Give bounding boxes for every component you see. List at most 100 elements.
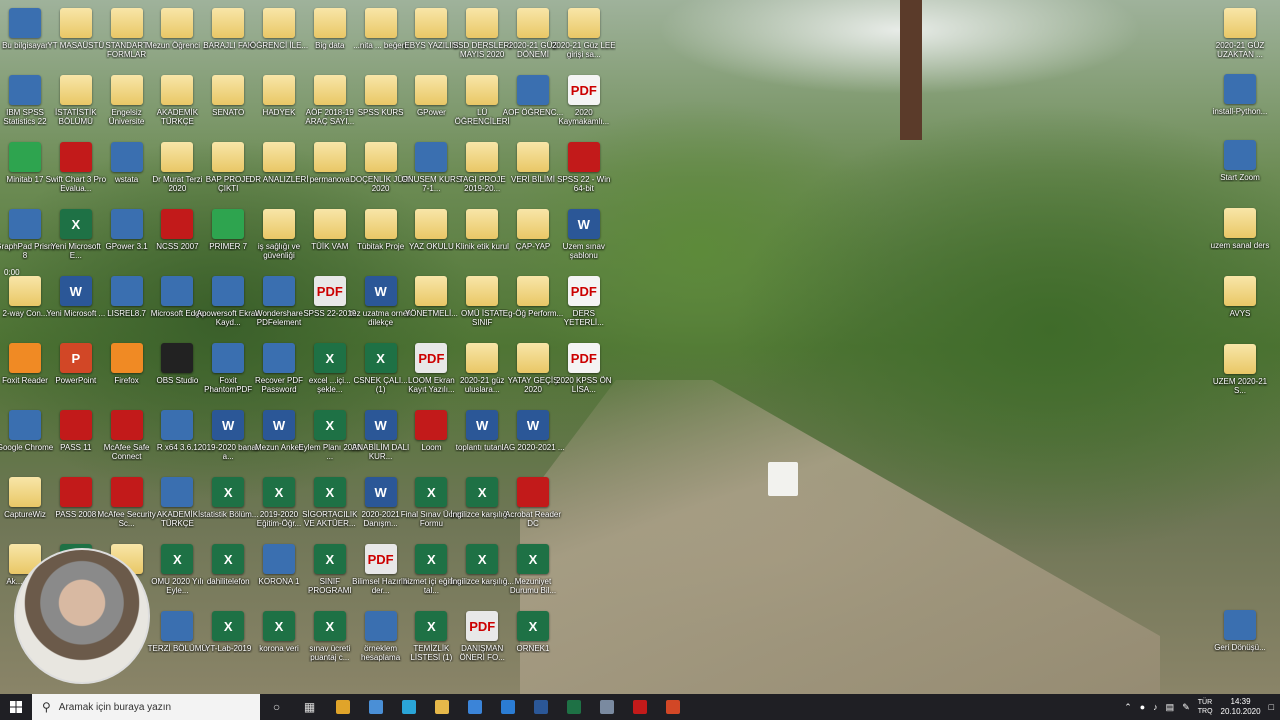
- folder-icon: [1224, 344, 1256, 374]
- desktop-icon-label: Acrobat Reader DC: [504, 510, 562, 528]
- chevron-up-icon[interactable]: ⌃: [1124, 702, 1132, 713]
- desktop-icon-label: Geri Dönüşü...: [1214, 643, 1266, 652]
- folder-icon: [161, 8, 194, 38]
- taskbar-app-chrome[interactable]: [326, 694, 359, 720]
- red-icon: [110, 410, 143, 440]
- desktop-icon-label: 2020 Kaymakamlı...: [558, 108, 610, 126]
- orange-icon: [110, 343, 143, 373]
- desktop-wallpaper: Bu bilgisayar IBM SPSS Statistics 22 Minit…: [0, 0, 1280, 694]
- folder-icon: [161, 142, 194, 172]
- clock[interactable]: 14:39 20.10.2020: [1221, 697, 1261, 717]
- pen-icon[interactable]: ✎: [1182, 702, 1190, 713]
- desktop-icon-label: IAG 2020-2021 ...: [501, 443, 565, 452]
- taskbar-search-box[interactable]: ⚲ Aramak için buraya yazın: [32, 694, 260, 720]
- volume-icon[interactable]: ♪: [1153, 702, 1158, 712]
- ppt-icon: P: [59, 343, 92, 373]
- desktop-icon[interactable]: X Mezuniyet Durumu Bil...: [500, 544, 566, 610]
- desktop-icon[interactable]: PDF DERS YETERLİ...: [551, 276, 617, 342]
- word-icon: W: [517, 410, 549, 440]
- desktop-icon[interactable]: W Uzem sınav şablonu: [551, 209, 617, 275]
- folder-icon: [364, 209, 397, 239]
- taskbar-app-calculator[interactable]: [590, 694, 623, 720]
- desktop-icon[interactable]: W IAG 2020-2021 ...: [500, 410, 566, 476]
- green-icon: [9, 142, 41, 172]
- desktop-icon[interactable]: Acrobat Reader DC: [500, 477, 566, 543]
- excel-icon: X: [212, 611, 245, 641]
- folder-icon: [59, 8, 92, 38]
- taskbar-app-word[interactable]: [524, 694, 557, 720]
- system-tray: ⌃ ● ♪ ▤ ✎ TÜR TRQ 14:39 20.10.2020 □: [1124, 694, 1280, 720]
- folder-icon: [9, 276, 41, 306]
- orange-icon: [9, 343, 41, 373]
- desktop-icon[interactable]: SPSS 22 - Win 64-bit: [551, 142, 617, 208]
- desktop-icon[interactable]: Geri Dönüşü...: [1207, 610, 1273, 676]
- desktop-icon[interactable]: PDF 2020 KPSS ÖN LİSA...: [551, 343, 617, 409]
- folder-icon: [313, 209, 346, 239]
- folder-icon: [313, 142, 346, 172]
- desktop-icon-label: 2020-21 GÜZ UZAKTAN ...: [1215, 41, 1265, 59]
- folder-icon: [1224, 208, 1256, 238]
- desktop-icon[interactable]: Start Zoom: [1207, 140, 1273, 206]
- desktop-icon[interactable]: uzem sanal ders: [1207, 208, 1273, 274]
- app-icon: [161, 477, 194, 507]
- folder-icon: [313, 75, 346, 105]
- app-icon: [212, 343, 245, 373]
- folder-icon: [517, 8, 549, 38]
- desktop-icon[interactable]: AVYS: [1207, 276, 1273, 342]
- green-icon: [212, 209, 245, 239]
- folder-icon: [263, 209, 295, 239]
- dark-icon: [161, 343, 194, 373]
- folder-icon: [161, 75, 194, 105]
- word-icon: W: [364, 410, 397, 440]
- task-view-icon[interactable]: ▦: [293, 694, 326, 720]
- desktop-icon[interactable]: PDF 2020 Kaymakamlı...: [551, 75, 617, 141]
- excel-icon: X: [517, 611, 549, 641]
- desktop-icon-label: Uzem sınav şablonu: [562, 242, 605, 260]
- taskbar-app-edge[interactable]: [392, 694, 425, 720]
- word-icon: W: [59, 276, 92, 306]
- folder-icon: [263, 75, 295, 105]
- webcam-overlay: [14, 548, 150, 684]
- windows-start-icon[interactable]: [0, 694, 32, 720]
- taskbar-app-excel[interactable]: [557, 694, 590, 720]
- desktop-icon-label: 2020 KPSS ÖN LİSA...: [556, 376, 612, 394]
- folder-icon: [110, 75, 143, 105]
- pdf-icon: PDF: [415, 343, 448, 373]
- taskbar-app-mail[interactable]: [491, 694, 524, 720]
- mail-icon: [500, 700, 515, 714]
- desktop-icon[interactable]: X ORNEK1: [500, 611, 566, 677]
- app-icon: [1224, 610, 1256, 640]
- app-icon: [110, 142, 143, 172]
- microphone-icon[interactable]: ●: [1140, 702, 1145, 712]
- desktop-icon-label: UZEM 2020-21 S...: [1212, 377, 1268, 395]
- excel-icon: X: [212, 544, 245, 574]
- excel-icon: X: [415, 477, 448, 507]
- taskbar-app-file-explorer[interactable]: [425, 694, 458, 720]
- folder-icon: [517, 343, 549, 373]
- app-icon: [161, 276, 194, 306]
- folder-icon: [567, 8, 600, 38]
- excel-icon: X: [313, 611, 346, 641]
- taskbar-app-store[interactable]: [458, 694, 491, 720]
- language-indicator[interactable]: TÜR TRQ: [1198, 698, 1213, 716]
- desktop-icon[interactable]: 2020-21 Güz LEE girişi sa...: [551, 8, 617, 74]
- desktop-icon-label: 2020-21 Güz LEE girişi sa...: [551, 41, 616, 59]
- cortana-icon[interactable]: ○: [260, 694, 293, 720]
- network-icon[interactable]: ▤: [1166, 702, 1175, 713]
- excel-icon: X: [59, 209, 92, 239]
- word-icon: W: [364, 276, 397, 306]
- file-explorer-icon: [434, 700, 449, 714]
- folder-icon: [517, 142, 549, 172]
- folder-icon: [59, 75, 92, 105]
- folder-icon: [110, 8, 143, 38]
- desktop-icon[interactable]: install-Python...: [1207, 74, 1273, 140]
- red-icon: [567, 142, 600, 172]
- desktop-icon[interactable]: UZEM 2020-21 S...: [1207, 344, 1273, 410]
- notifications-icon[interactable]: □: [1269, 702, 1274, 712]
- desktop-icon[interactable]: 2020-21 GÜZ UZAKTAN ...: [1207, 8, 1273, 74]
- taskbar-app-browser[interactable]: [359, 694, 392, 720]
- folder-icon: [364, 8, 397, 38]
- taskbar-app-acrobat[interactable]: [623, 694, 656, 720]
- overlay-time: 0:00: [4, 268, 20, 277]
- taskbar-app-powerpoint[interactable]: [656, 694, 689, 720]
